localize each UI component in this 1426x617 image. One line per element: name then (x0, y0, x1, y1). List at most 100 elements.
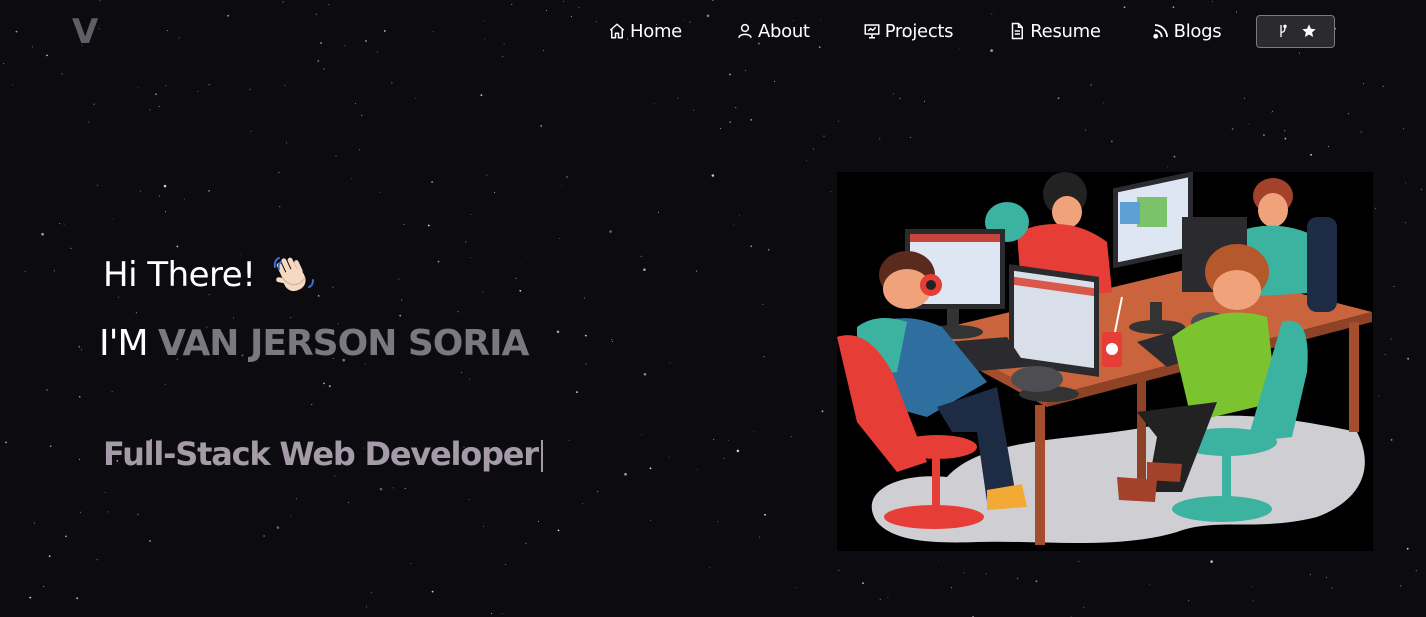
star-dot (12, 84, 14, 86)
nav-projects-link[interactable]: Projects (863, 14, 954, 48)
star-dot (1415, 570, 1417, 572)
greeting-text: Hi There! (103, 255, 256, 295)
star-dot (1249, 123, 1250, 125)
star-dot (519, 263, 521, 265)
star-dot (519, 289, 522, 292)
hero-greeting: Hi There! (103, 253, 315, 297)
star-dot (404, 488, 406, 489)
star-dot (279, 206, 281, 208)
star-dot (650, 520, 652, 522)
hero-name-heading: I'M VAN JERSON SORIA (99, 323, 529, 364)
star-dot (1348, 113, 1350, 115)
star-dot (184, 198, 185, 200)
star-dot (813, 148, 815, 150)
star-dot (431, 590, 434, 593)
star-dot (1420, 189, 1422, 191)
star-dot (525, 542, 527, 544)
star-dot (165, 211, 167, 213)
star-dot (99, 0, 101, 1)
nav-home-link[interactable]: Home (608, 14, 682, 48)
star-dot (1251, 586, 1253, 588)
star-dot (709, 567, 711, 569)
star-dot (1310, 153, 1312, 156)
star-dot (1123, 6, 1126, 9)
star-dot (1102, 102, 1104, 104)
star-dot (585, 363, 587, 365)
star-dot (469, 378, 470, 380)
star-dot (570, 16, 572, 17)
star-dot (311, 404, 313, 406)
star-dot (1252, 600, 1254, 602)
star-dot (483, 20, 485, 22)
star-dot (315, 13, 318, 16)
star-dot (1284, 137, 1287, 140)
star-dot (410, 562, 412, 564)
star-dot (348, 501, 350, 503)
star-dot (879, 598, 881, 600)
star-dot (795, 587, 797, 588)
star-dot (713, 438, 715, 440)
star-dot (887, 597, 889, 599)
star-dot (790, 436, 792, 438)
waving-hand-icon (274, 257, 315, 292)
star-dot (415, 97, 417, 99)
star-dot (379, 487, 383, 491)
star-dot (696, 270, 698, 272)
star-dot (398, 278, 400, 280)
star-dot (1017, 577, 1019, 579)
star-dot (96, 559, 98, 561)
star-dot (379, 192, 381, 194)
star-dot (750, 119, 753, 121)
star-dot (1382, 85, 1384, 87)
star-dot (107, 511, 109, 513)
full-name: VAN JERSON SORIA (158, 323, 529, 364)
nav-about-link[interactable]: About (736, 14, 810, 48)
star-dot (1263, 134, 1265, 137)
star-dot (63, 224, 65, 226)
star-dot (758, 536, 760, 538)
star-dot (437, 260, 440, 263)
star-dot (480, 94, 483, 96)
nav-blogs-link[interactable]: Blogs (1152, 14, 1222, 48)
star-dot (729, 121, 732, 123)
star-dot (1243, 97, 1245, 99)
star-dot (176, 245, 179, 248)
nav-resume-link[interactable]: Resume (1008, 14, 1101, 48)
name-prefix: I'M (99, 323, 159, 364)
nav-about-label: About (757, 20, 810, 42)
star-dot (149, 109, 151, 111)
star-dot (5, 441, 7, 444)
star-dot (137, 87, 139, 89)
star-dot (392, 487, 394, 489)
star-dot (767, 248, 770, 251)
star-dot (457, 311, 459, 313)
star-dot (540, 125, 543, 127)
star-dot (576, 391, 578, 393)
star-dot (48, 555, 51, 558)
star-dot (1393, 285, 1395, 287)
star-dot (351, 178, 353, 180)
star-dot (468, 499, 470, 500)
star-dot (805, 160, 807, 162)
star-dot (561, 185, 563, 187)
star-dot (365, 40, 367, 42)
star-dot (763, 356, 765, 358)
star-dot (320, 42, 322, 44)
star-dot (358, 149, 360, 151)
github-fork-star-button[interactable] (1256, 14, 1336, 48)
star-dot (227, 14, 230, 17)
typewriter-role: Full-Stack Web Developer (103, 435, 543, 473)
star-dot (677, 97, 679, 99)
star-dot (1404, 222, 1406, 224)
star-dot (559, 237, 561, 239)
star-dot (3, 63, 5, 65)
site-logo[interactable]: V (72, 14, 98, 50)
star-dot (1166, 166, 1168, 168)
star-dot (1272, 110, 1274, 112)
star-dot (178, 37, 180, 39)
star-dot (595, 21, 597, 23)
document-icon (1012, 22, 1024, 40)
star-dot (557, 529, 560, 532)
star-dot (208, 84, 210, 86)
star-dot (158, 105, 160, 107)
